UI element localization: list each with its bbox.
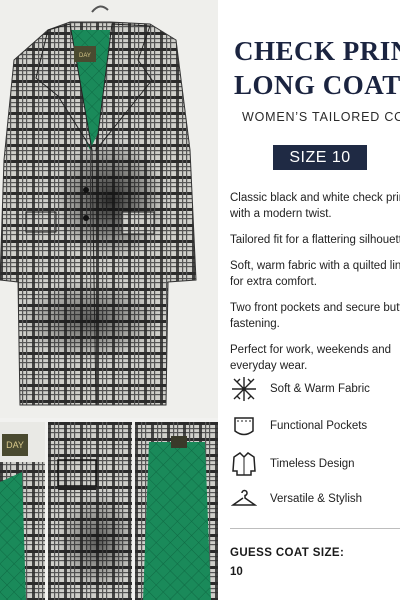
coat-label-text: DAY [79, 53, 91, 59]
feature-label: Functional Pockets [270, 420, 368, 432]
product-subtitle: WOMEN’S TAILORED COAT [242, 110, 400, 124]
feature-label: Versatile & Stylish [270, 493, 363, 505]
product-info-panel: CHECK PRINT LONG COAT WOMEN’S TAILORED C… [222, 0, 400, 600]
guess-size-answer: 10 [230, 566, 243, 578]
thumbnail-collar[interactable]: DAY [0, 422, 45, 600]
feature-label: Timeless Design [270, 458, 355, 470]
product-title: CHECK PRINT LONG COAT [234, 34, 400, 102]
description-line: Classic black and white check print with… [230, 192, 400, 220]
coat-icon [230, 450, 258, 478]
fabric-weave-icon [230, 375, 258, 403]
photo-column: DAY DAY [0, 0, 218, 600]
size-badge: SIZE 10 [273, 145, 367, 170]
thumb-label-text: DAY [6, 440, 24, 450]
detail-thumbnails: DAY [0, 422, 218, 600]
feature-label: Soft & Warm Fabric [270, 383, 370, 395]
product-title-line2: LONG COAT [234, 70, 400, 100]
thumbnail-lining[interactable] [135, 422, 218, 600]
description-line: Tailored fit for a flattering silhouette… [230, 234, 400, 246]
description-line: Soft, warm fabric with a quilted lining … [230, 260, 400, 288]
feature-pockets: Functional Pockets [230, 412, 367, 440]
product-title-line1: CHECK PRINT [234, 36, 400, 66]
product-description: Classic black and white check print with… [230, 190, 400, 384]
main-coat-photo: DAY [0, 0, 218, 418]
hanger-icon [230, 485, 258, 513]
coat-illustration: DAY [0, 5, 197, 406]
pocket-icon [230, 412, 258, 440]
feature-fabric: Soft & Warm Fabric [230, 375, 370, 403]
thumbnail-pocket[interactable] [48, 422, 132, 600]
divider [230, 528, 400, 529]
description-line: Perfect for work, weekends and everyday … [230, 344, 392, 372]
feature-versatile: Versatile & Stylish [230, 485, 362, 513]
description-line: Two front pockets and secure button fast… [230, 302, 400, 330]
guess-size-prompt: GUESS COAT SIZE: [230, 547, 345, 559]
feature-design: Timeless Design [230, 450, 355, 478]
